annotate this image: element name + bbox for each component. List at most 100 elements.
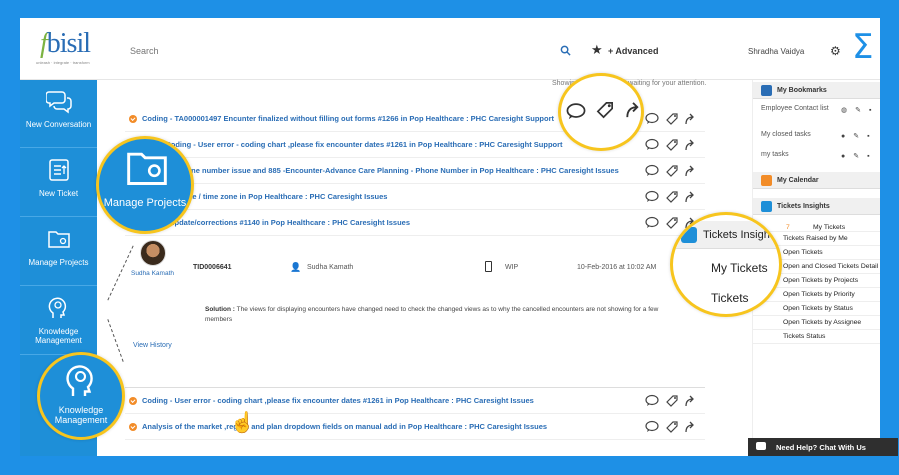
- callout-insights-title: Tickets Insights: [703, 229, 779, 241]
- edit-icon[interactable]: ✎: [853, 133, 867, 140]
- forward-icon[interactable]: [683, 190, 697, 204]
- ticket-title[interactable]: Coding - TA000001497 Encunter finalized …: [142, 114, 622, 123]
- forward-icon[interactable]: [683, 138, 697, 152]
- insight-label[interactable]: Open and Closed Tickets Detail: [783, 263, 878, 270]
- status-dot-icon: [129, 115, 137, 123]
- comment-icon[interactable]: [645, 394, 659, 408]
- nav-new-conversation[interactable]: New Conversation: [20, 80, 97, 148]
- ticket-title[interactable]: Analysis of the market ,region and plan …: [142, 422, 622, 431]
- user-name[interactable]: Shradha Vaidya: [748, 47, 804, 56]
- user-icon[interactable]: ●: [841, 153, 853, 160]
- nav-manage-projects[interactable]: Manage Projects: [20, 218, 97, 286]
- ticket-date: 10-Feb-2016 at 10:02 AM: [577, 264, 657, 271]
- insights-callout-header[interactable]: Tickets Insights: [673, 221, 779, 249]
- star-icon[interactable]: ★: [591, 42, 603, 58]
- comment-icon[interactable]: [645, 112, 659, 126]
- trash-icon[interactable]: ▪: [867, 133, 877, 140]
- search-icon[interactable]: [560, 45, 571, 56]
- bookmark-label[interactable]: My closed tasks: [761, 130, 829, 139]
- nav-new-ticket[interactable]: New Ticket: [20, 149, 97, 217]
- tag-icon[interactable]: [665, 138, 679, 152]
- user-icon[interactable]: ●: [841, 133, 853, 140]
- insight-label[interactable]: My Tickets 7: [783, 221, 845, 231]
- ticket-actions: [645, 138, 701, 152]
- ticket-row[interactable]: Record update/corrections #1140 in Pop H…: [125, 210, 705, 236]
- insight-label[interactable]: Tickets Status: [783, 333, 825, 340]
- ticket-row[interactable]: Encounter date / time zone in Pop Health…: [125, 184, 705, 210]
- ticket-title[interactable]: Record update/corrections #1140 in Pop H…: [142, 218, 622, 227]
- trash-icon[interactable]: ▪: [867, 153, 877, 160]
- insights-title: Tickets Insights: [777, 203, 830, 210]
- insight-label[interactable]: Open Tickets: [783, 249, 823, 256]
- search-input[interactable]: [130, 40, 550, 62]
- callout-tickets[interactable]: Tickets: [711, 291, 749, 305]
- insight-label[interactable]: Tickets Raised by Me: [783, 235, 848, 242]
- sigma-icon[interactable]: Σ: [852, 30, 873, 64]
- view-history-link[interactable]: View History: [133, 342, 172, 349]
- ticket-title[interactable]: #1261-Coding - User error - coding chart…: [142, 140, 622, 149]
- tag-icon[interactable]: [665, 164, 679, 178]
- bookmark-item[interactable]: Employee Contact list ◍✎▪: [753, 102, 880, 122]
- tag-icon[interactable]: [665, 420, 679, 434]
- solution-body: The views for displaying encounters have…: [205, 306, 659, 323]
- insight-label[interactable]: Open Tickets by Assignee: [783, 319, 861, 326]
- forward-icon[interactable]: [683, 112, 697, 126]
- phone-icon: [485, 261, 492, 272]
- bookmark-item[interactable]: my tasks ●✎▪: [753, 148, 880, 168]
- ticket-title[interactable]: Encounter date / time zone in Pop Health…: [142, 192, 622, 201]
- trash-icon[interactable]: ▪: [869, 107, 879, 114]
- bookmarks-header[interactable]: My Bookmarks: [753, 82, 880, 99]
- comment-icon[interactable]: [645, 216, 659, 230]
- callout-my-tickets[interactable]: My Tickets: [711, 261, 768, 275]
- logo-text: bisil: [46, 28, 91, 59]
- assignee-name: Sudha Kamath: [307, 264, 354, 271]
- tag-icon[interactable]: [595, 100, 615, 120]
- tag-icon[interactable]: [665, 112, 679, 126]
- comment-icon[interactable]: [645, 138, 659, 152]
- comment-icon[interactable]: [645, 164, 659, 178]
- forward-icon[interactable]: [683, 164, 697, 178]
- globe-icon[interactable]: ◍: [841, 107, 855, 114]
- ticket-row[interactable]: Analysis of the market ,region and plan …: [125, 414, 705, 440]
- bookmark-item[interactable]: My closed tasks ●✎▪: [753, 128, 880, 148]
- gear-icon[interactable]: ⚙: [830, 44, 841, 58]
- ticket-icon: [49, 159, 69, 181]
- ticket-id[interactable]: TID0006641: [193, 264, 232, 271]
- bookmark-label[interactable]: Employee Contact list: [761, 104, 829, 113]
- bookmark-actions: ●✎▪: [841, 152, 880, 160]
- insight-label[interactable]: Open Tickets by Priority: [783, 291, 855, 298]
- knowledge-management-callout[interactable]: Knowledge Management: [37, 352, 125, 440]
- insight-item[interactable]: Open Tickets by Assignee: [753, 316, 880, 330]
- logo-f: f: [40, 28, 48, 59]
- advanced-search-link[interactable]: + Advanced: [608, 46, 658, 56]
- comment-icon[interactable]: [645, 190, 659, 204]
- comment-icon[interactable]: [565, 102, 587, 122]
- forward-icon[interactable]: [623, 100, 643, 120]
- tag-icon[interactable]: [665, 394, 679, 408]
- logo[interactable]: fbisil unleash · integrate · transform: [26, 26, 98, 72]
- insight-label[interactable]: Open Tickets by Projects: [783, 277, 858, 284]
- comment-icon[interactable]: [645, 420, 659, 434]
- manage-projects-callout[interactable]: Manage Projects: [96, 136, 194, 234]
- insights-header[interactable]: Tickets Insights: [753, 198, 880, 215]
- ticket-actions: [645, 394, 701, 408]
- edit-icon[interactable]: ✎: [853, 153, 867, 160]
- calendar-header[interactable]: My Calendar: [753, 172, 880, 189]
- pencil-icon: [681, 227, 697, 243]
- insight-item[interactable]: Open Tickets by Status: [753, 302, 880, 316]
- insight-label[interactable]: Open Tickets by Status: [783, 305, 853, 312]
- ticket-row[interactable]: Coding - User error - coding chart ,plea…: [125, 388, 705, 414]
- ticket-title[interactable]: Member - phone number issue and 885 -Enc…: [142, 166, 622, 175]
- bookmark-label[interactable]: my tasks: [761, 150, 829, 159]
- edit-icon[interactable]: ✎: [855, 107, 869, 114]
- ticket-title[interactable]: Coding - User error - coding chart ,plea…: [142, 396, 622, 405]
- ticket-row[interactable]: Member - phone number issue and 885 -Enc…: [125, 158, 705, 184]
- insight-item[interactable]: Tickets Status: [753, 330, 880, 344]
- tag-icon[interactable]: [665, 190, 679, 204]
- forward-icon[interactable]: [683, 394, 697, 408]
- nav-knowledge-management[interactable]: Knowledge Management: [20, 287, 97, 355]
- chat-widget[interactable]: Need Help? Chat With Us: [748, 438, 898, 456]
- agent-name[interactable]: Sudha Kamath: [125, 270, 180, 278]
- user-icon: 👤: [290, 262, 302, 272]
- forward-icon[interactable]: [683, 420, 697, 434]
